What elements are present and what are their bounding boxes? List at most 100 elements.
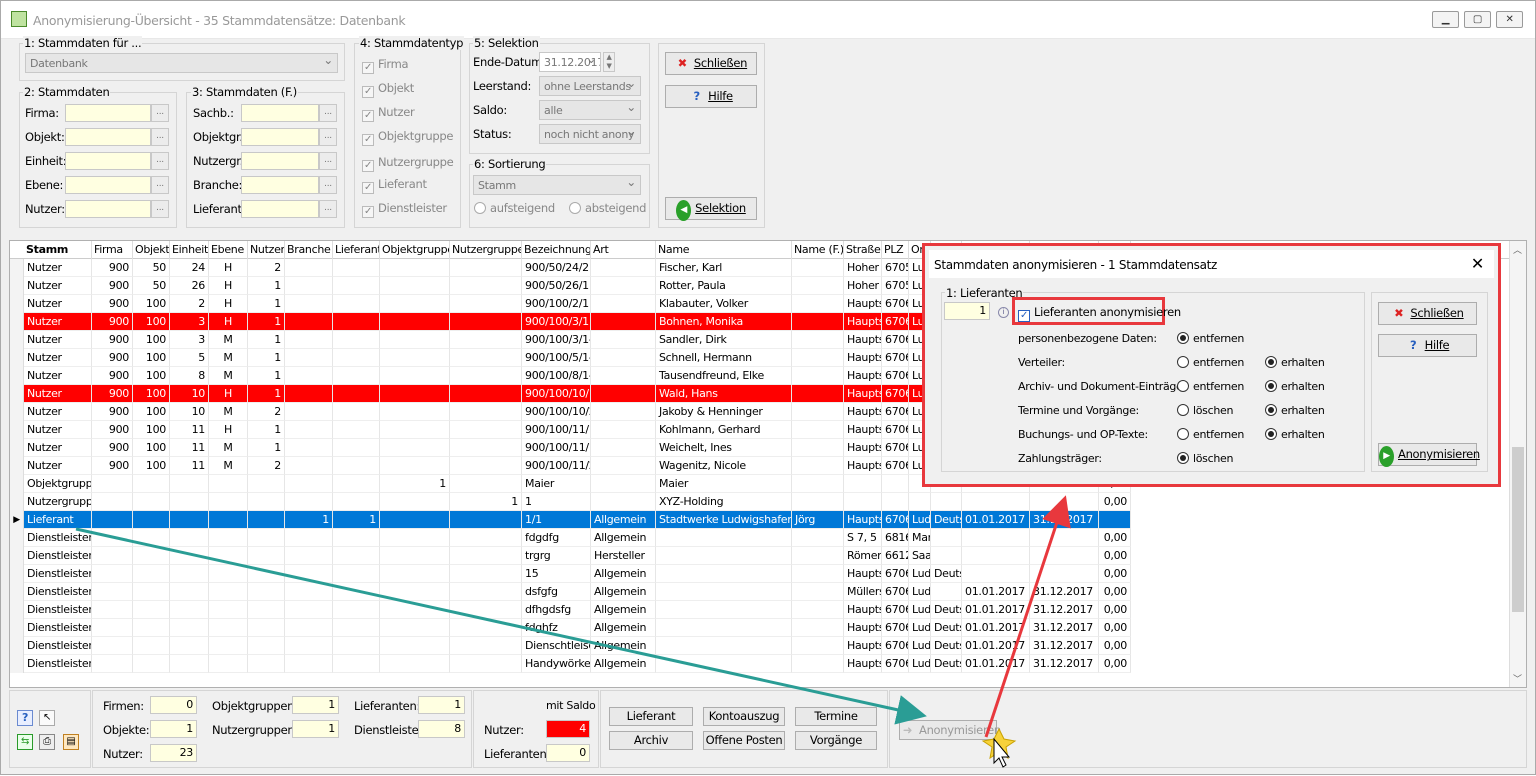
lookup-button[interactable]: ...	[319, 152, 337, 170]
lookup-button[interactable]: ...	[151, 200, 169, 218]
stammdaten-field-input[interactable]	[65, 128, 151, 146]
dialog-option-radio-1[interactable]: löschen	[1177, 404, 1233, 417]
stammdaten-f-field-input[interactable]	[241, 200, 319, 218]
dialog-option-radio-2[interactable]: erhalten	[1265, 428, 1325, 441]
close-window-button[interactable]: ✕	[1496, 11, 1523, 28]
dialog-option-radio-2[interactable]: erhalten	[1265, 356, 1325, 369]
dialog-option-radio-2[interactable]: erhalten	[1265, 404, 1325, 417]
stammdaten-field-input[interactable]	[65, 200, 151, 218]
column-header[interactable]: Nutzergruppe	[450, 241, 522, 259]
hilfe-button[interactable]: ? Hilfe	[665, 85, 757, 108]
print-tool-icon[interactable]: ⎙	[39, 734, 55, 750]
date-spinner[interactable]: ▲ ▼	[603, 52, 615, 72]
refresh-tool-icon[interactable]: ⇆	[17, 734, 33, 750]
row-indicator[interactable]	[10, 583, 24, 601]
stammdatentyp-checkbox[interactable]: ✓ Dienstleister	[362, 201, 447, 218]
row-indicator[interactable]: ▶	[10, 511, 24, 529]
column-header[interactable]: Firma	[92, 241, 133, 259]
dialog-option-radio-1[interactable]: löschen	[1177, 452, 1233, 465]
stammdatentyp-checkbox[interactable]: ✓ Lieferant	[362, 177, 427, 194]
dialog-hilfe-button[interactable]: ? Hilfe	[1378, 334, 1477, 357]
column-header[interactable]: Straße	[844, 241, 882, 259]
stammdaten-field-input[interactable]	[65, 176, 151, 194]
row-indicator[interactable]	[10, 475, 24, 493]
selektion-button[interactable]: ◀ Selektion	[665, 197, 757, 221]
column-header[interactable]: Bezeichnung	[522, 241, 591, 259]
column-header[interactable]: Ebene	[209, 241, 248, 259]
offene-posten-button[interactable]: Offene Posten	[703, 731, 785, 750]
lieferant-button[interactable]: Lieferant	[609, 707, 693, 726]
table-row[interactable]: Dienstleister 15Allgemein Haupts6706LudDeu…	[10, 565, 1131, 583]
row-indicator[interactable]	[10, 421, 24, 439]
lookup-button[interactable]: ...	[151, 104, 169, 122]
scroll-down-icon[interactable]: ﹀	[1513, 672, 1522, 685]
column-header[interactable]: Objekt	[133, 241, 170, 259]
status-select[interactable]: noch nicht anony	[539, 124, 641, 144]
column-header[interactable]: Objektgruppe	[380, 241, 450, 259]
table-row[interactable]: Dienstleister dsfgfgAllgemein Müllers6706L…	[10, 583, 1131, 601]
table-row[interactable]: Dienstleister Handywörker Allgemein Haupts 6…	[10, 655, 1131, 673]
lookup-button[interactable]: ...	[151, 176, 169, 194]
column-header[interactable]: Branche	[285, 241, 333, 259]
schliessen-button[interactable]: ✖ Schließen	[665, 52, 757, 75]
column-header[interactable]: Einheit	[170, 241, 209, 259]
sort-descending-radio[interactable]: absteigend	[569, 201, 646, 215]
ende-datum-input[interactable]: 31.12.2017	[539, 52, 601, 72]
lookup-button[interactable]: ...	[319, 176, 337, 194]
lieferanten-anonymisieren-checkbox[interactable]: ✓ Lieferanten anonymisieren	[1018, 305, 1181, 322]
stammdatentyp-checkbox[interactable]: ✓ Firma	[362, 57, 409, 74]
table-row[interactable]: ▶ Lieferant 1 1 1/1 Allgemein Stadtwerke Ludwi…	[10, 511, 1131, 529]
stammdaten-f-field-input[interactable]	[241, 176, 319, 194]
stammdaten-f-field-input[interactable]	[241, 104, 319, 122]
row-indicator[interactable]	[10, 403, 24, 421]
table-row[interactable]: Dienstleister fdgdfgAllgemein S 7, 56816Ma…	[10, 529, 1131, 547]
table-row[interactable]: Dienstleister Dienschtleiscl Allgemein Haup…	[10, 637, 1131, 655]
sort-ascending-radio[interactable]: aufsteigend	[474, 201, 555, 215]
row-indicator[interactable]	[10, 385, 24, 403]
row-indicator[interactable]	[10, 655, 24, 673]
column-header[interactable]: Name	[656, 241, 792, 259]
row-indicator[interactable]	[10, 439, 24, 457]
stammdaten-field-input[interactable]	[65, 152, 151, 170]
column-header[interactable]: Stamm	[24, 241, 92, 259]
maximize-button[interactable]: ▢	[1464, 11, 1491, 28]
row-indicator[interactable]	[10, 601, 24, 619]
row-indicator[interactable]	[10, 493, 24, 511]
dialog-option-radio-2[interactable]: erhalten	[1265, 380, 1325, 393]
lookup-button[interactable]: ...	[319, 128, 337, 146]
kontoauszug-button[interactable]: Kontoauszug	[703, 707, 785, 726]
export-tool-icon[interactable]: ▤	[63, 734, 79, 750]
table-row[interactable]: Dienstleister trgrgHersteller Römers6612Sa…	[10, 547, 1131, 565]
table-row[interactable]: Nutzergruppe 1 1 XYZ-Holding 0,00	[10, 493, 1131, 511]
lookup-button[interactable]: ...	[319, 200, 337, 218]
row-indicator[interactable]	[10, 259, 24, 277]
stammdatentyp-checkbox[interactable]: ✓ Nutzergruppe	[362, 155, 454, 172]
lookup-button[interactable]: ...	[319, 104, 337, 122]
row-indicator[interactable]	[10, 313, 24, 331]
row-indicator[interactable]	[10, 547, 24, 565]
column-header[interactable]: Art	[591, 241, 656, 259]
dialog-option-radio-1[interactable]: entfernen	[1177, 332, 1244, 345]
dialog-option-radio-1[interactable]: entfernen	[1177, 356, 1244, 369]
pointer-tool-icon[interactable]: ↖	[39, 710, 55, 726]
scroll-up-icon[interactable]: ︿	[1513, 243, 1522, 256]
dialog-anonymisieren-button[interactable]: ▶ Anonymisieren	[1378, 443, 1480, 467]
table-row[interactable]: Dienstleister fdghfzAllgemein Haupts6706Lu…	[10, 619, 1131, 637]
stammdatentyp-checkbox[interactable]: ✓ Objekt	[362, 81, 414, 98]
stammdatentyp-checkbox[interactable]: ✓ Nutzer	[362, 105, 415, 122]
lookup-button[interactable]: ...	[151, 128, 169, 146]
row-indicator[interactable]	[10, 349, 24, 367]
minimize-button[interactable]: ▁	[1432, 11, 1459, 28]
row-indicator[interactable]	[10, 367, 24, 385]
row-indicator[interactable]	[10, 331, 24, 349]
column-header[interactable]: Name (F.)	[792, 241, 844, 259]
anonymisieren-button[interactable]: ➜ Anonymisieren	[899, 720, 1001, 740]
grid-vertical-scrollbar[interactable]: ︿ ﹀	[1509, 241, 1526, 687]
sortierung-select[interactable]: Stamm	[473, 175, 641, 195]
column-header[interactable]: Lieferant	[333, 241, 380, 259]
saldo-select[interactable]: alle	[539, 100, 641, 120]
scroll-thumb[interactable]	[1512, 447, 1524, 612]
stammdatentyp-checkbox[interactable]: ✓ Objektgruppe	[362, 129, 453, 146]
vorgaenge-button[interactable]: Vorgänge	[795, 731, 877, 750]
row-indicator[interactable]	[10, 277, 24, 295]
